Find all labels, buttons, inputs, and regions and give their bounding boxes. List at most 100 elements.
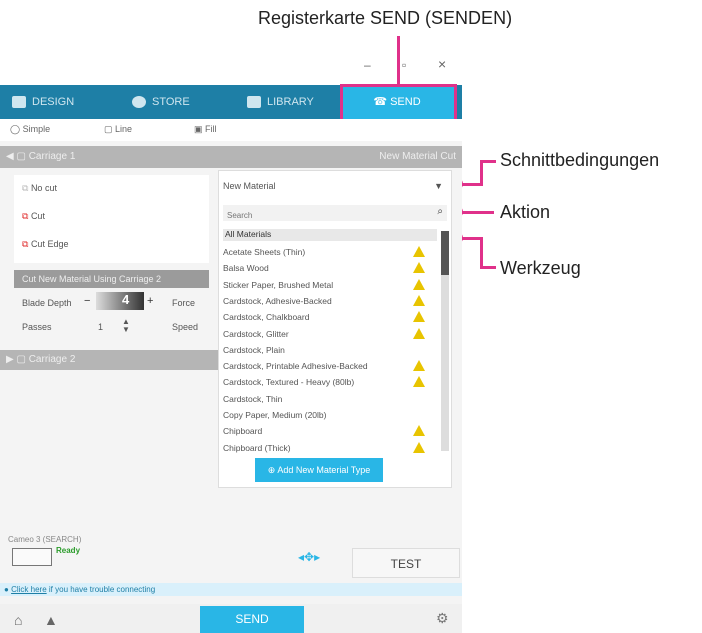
callout-action: Aktion [500,202,551,222]
callout-tool: Werkzeug [500,258,581,278]
warning-icon [413,360,425,372]
warning-icon [413,327,425,339]
carriage-1-label: Carriage 1 [28,151,76,162]
warning-icon [413,441,425,453]
callout-line-cut-v [480,160,483,186]
material-item[interactable]: Copy Paper, Medium (20lb) [223,410,326,420]
restore-button[interactable]: ▫ [402,58,406,72]
blade-depth-label: Blade Depth [22,298,72,308]
material-item[interactable]: Cardstock, Textured - Heavy (80lb) [223,377,354,387]
material-item[interactable]: Sticker Paper, Brushed Metal [223,280,333,290]
material-item[interactable]: Cardstock, Thin [223,394,282,404]
carriage-2-label: Carriage 2 [28,354,76,365]
search-input[interactable] [223,208,421,223]
passes-spinner-icon[interactable]: ▲ ▼ [122,318,130,334]
cut-icon: ⧉ [22,211,31,221]
search-icon[interactable]: ⌕ [437,206,443,217]
blade-depth-minus[interactable]: − [84,295,90,307]
tab-design-label: DESIGN [32,96,75,108]
expand-icon: ▶ ▢ [6,354,29,365]
tab-library[interactable]: LIBRARY [247,85,314,119]
material-selected: New Material [223,181,276,191]
action-cut-edge-label: Cut Edge [30,239,69,249]
learn-icon[interactable]: ▲ [44,612,58,628]
device-name: Cameo 3 (SEARCH) [8,535,82,544]
material-select[interactable]: New Material ▼ [223,181,447,191]
test-button[interactable]: TEST [352,548,460,578]
add-material-label: Add New Material Type [277,465,371,475]
mode-bar: ◯ Simple ▢ Line ▣ Fill [0,119,462,141]
callout-line-action [458,211,494,214]
material-item[interactable]: Cardstock, Adhesive-Backed [223,296,332,306]
passes-value[interactable]: 1 [98,322,103,332]
warning-icon [413,262,425,274]
callout-cut-conditions: Schnittbedingungen [500,150,660,170]
material-panel: New Material ▼ ⌕ All Materials Acetate S… [218,170,452,488]
info-icon: ● [4,585,9,594]
minimize-button[interactable]: – [364,58,371,72]
material-item[interactable]: Cardstock, Chalkboard [223,312,309,322]
warning-icon [413,311,425,323]
actions-panel: ⧉ No cut ⧉ Cut ⧉ Cut Edge [14,175,209,263]
material-item[interactable]: Cardstock, Printable Adhesive-Backed [223,361,368,371]
blade-depth-plus[interactable]: + [147,295,153,307]
warning-icon [413,294,425,306]
gear-icon[interactable]: ⚙ [436,610,449,627]
warning-icon [413,376,425,388]
tab-library-label: LIBRARY [267,96,314,108]
mode-line[interactable]: ▢ Line [104,124,132,135]
cutter-icon[interactable]: ⌂ [14,612,22,628]
device-status: Ready [56,546,81,555]
mode-simple[interactable]: ◯ Simple [10,124,50,135]
carriage-2-header[interactable]: ▶ ▢ Carriage 2 [0,350,218,370]
callout-send-tab: Registerkarte SEND (SENDEN) [258,8,513,28]
mode-fill-label: Fill [205,124,217,134]
material-item[interactable]: Chipboard (Thick) [223,443,291,453]
collapse-icon: ◀ ▢ [6,151,29,162]
close-button[interactable]: × [438,56,446,72]
tab-store-label: STORE [152,96,190,108]
action-cut-edge[interactable]: ⧉ Cut Edge [22,239,68,250]
callout-line-tool-v [480,237,483,268]
cut-new-material-banner[interactable]: Cut New Material Using Carriage 2 [14,270,209,288]
mode-simple-label: Simple [22,124,51,134]
library-icon [247,96,261,109]
design-icon [12,96,26,109]
send-button[interactable]: SEND [200,606,304,633]
help-bar: ● Click here if you have trouble connect… [0,583,462,596]
material-item[interactable]: Chipboard [223,426,262,436]
passes-label: Passes [22,322,52,332]
mode-fill[interactable]: ▣ Fill [194,124,217,135]
send-tab-highlight [340,84,457,123]
no-cut-icon: ⧉ [22,183,31,193]
warning-icon [413,425,425,437]
chevron-down-icon: ▼ [434,181,443,191]
help-text: if you have trouble connecting [48,585,156,594]
move-arrows-icon[interactable]: ◂✥▸ [298,550,320,564]
action-cut-label: Cut [30,211,45,221]
callout-line-send [397,36,400,84]
material-item[interactable]: Cardstock, Plain [223,345,285,355]
scroll-thumb[interactable] [441,231,449,275]
material-search[interactable]: ⌕ [223,205,447,223]
carriage-1-right-label: New Material Cut [379,151,456,162]
material-item[interactable]: Cardstock, Glitter [223,329,289,339]
action-cut[interactable]: ⧉ Cut [22,211,45,222]
help-link[interactable]: Click here [11,585,47,594]
carriage-1-header[interactable]: ◀ ▢ Carriage 1 New Material Cut [0,146,462,168]
speed-label: Speed [172,322,199,332]
action-no-cut[interactable]: ⧉ No cut [22,183,57,194]
material-list-header: All Materials [223,229,437,241]
material-item[interactable]: Balsa Wood [223,263,269,273]
add-icon: ⊕ [267,465,278,475]
tab-design[interactable]: DESIGN [12,85,74,119]
mode-line-label: Line [115,124,133,134]
add-material-button[interactable]: ⊕ Add New Material Type [255,458,383,482]
force-label: Force [172,298,196,308]
blade-depth-stepper[interactable] [96,292,144,310]
tab-store[interactable]: STORE [132,85,190,119]
callout-line-cut-h2 [480,160,496,163]
material-item[interactable]: Acetate Sheets (Thin) [223,247,305,257]
device-icon [12,548,52,566]
material-scrollbar[interactable] [441,231,449,451]
